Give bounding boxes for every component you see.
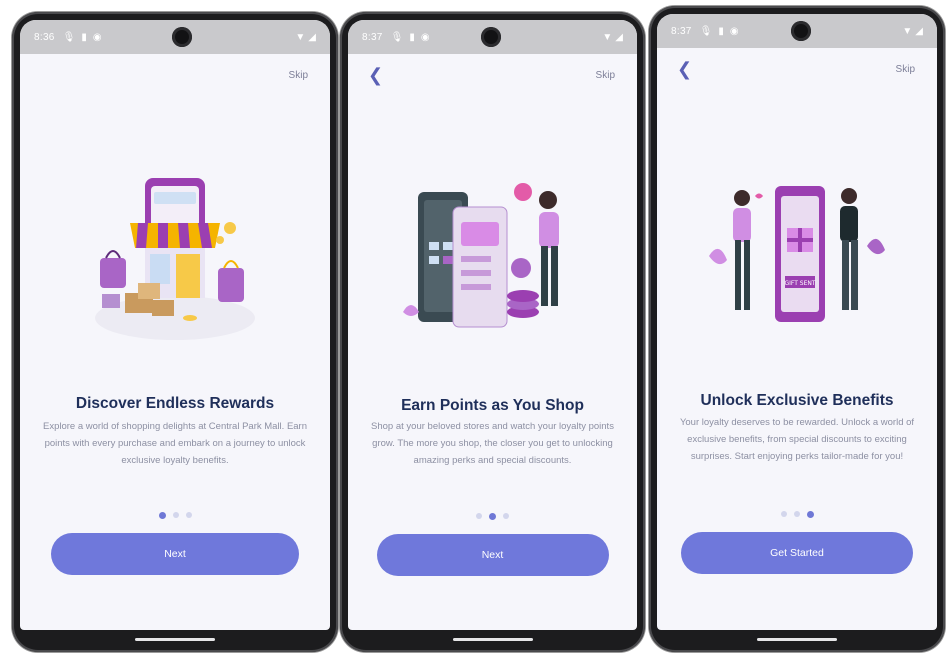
shop-storefront-illustration	[95, 178, 255, 340]
phone-coins-shopper-illustration	[402, 183, 559, 328]
phone-frame-3: 8:37 🎙 ▮ ◉ ▼ ◢ ❮ Skip GIFT SENT Unlock E…	[649, 6, 945, 652]
skip-button[interactable]: Skip	[289, 70, 308, 81]
onboarding-screen-1: 8:36 🎙 ▮ ◉ ▼ ◢ Skip Discover Endless Rew…	[20, 20, 330, 630]
front-camera	[172, 27, 192, 47]
page-dot-1[interactable]	[476, 513, 482, 519]
front-camera	[481, 27, 501, 47]
next-button[interactable]: Next	[376, 534, 609, 576]
sync-icon: ◉	[729, 25, 739, 37]
skip-button[interactable]: Skip	[596, 70, 615, 81]
navigation-bar	[20, 630, 330, 648]
wifi-icon: ▼	[295, 31, 306, 43]
onboarding-description: Shop at your beloved stores and watch yo…	[371, 421, 614, 466]
onboarding-screen-3: 8:37 🎙 ▮ ◉ ▼ ◢ ❮ Skip GIFT SENT Unlock E…	[657, 14, 937, 630]
page-indicator	[20, 511, 330, 519]
sim-icon: ▮	[81, 31, 87, 43]
phone-frame-1: 8:36 🎙 ▮ ◉ ▼ ◢ Skip Discover Endless Rew…	[12, 12, 338, 652]
page-dot-3[interactable]	[185, 512, 192, 518]
sim-icon: ▮	[409, 31, 415, 43]
get-started-button[interactable]: Get Started	[681, 532, 913, 574]
onboarding-description: Your loyalty deserves to be rewarded. Un…	[679, 417, 915, 462]
page-dot-1[interactable]	[780, 511, 787, 517]
phone-frame-2: 8:37 🎙 ▮ ◉ ▼ ◢ ❮ Skip Earn Points as You…	[340, 12, 645, 652]
wifi-icon: ▼	[902, 25, 913, 37]
status-time: 8:36	[34, 31, 55, 43]
signal-icon: ◢	[915, 25, 923, 37]
home-indicator[interactable]	[757, 637, 837, 641]
gift-sent-label: GIFT SENT	[784, 280, 815, 287]
onboarding-title: Discover Endless Rewards	[75, 395, 275, 412]
page-indicator	[348, 512, 637, 520]
navigation-bar	[348, 630, 637, 648]
wifi-icon: ▼	[602, 31, 613, 43]
sim-icon: ▮	[718, 25, 724, 37]
sync-icon: ◉	[92, 31, 102, 43]
signal-icon: ◢	[615, 31, 623, 43]
onboarding-description: Explore a world of shopping delights at …	[42, 421, 308, 466]
sync-icon: ◉	[420, 31, 430, 43]
onboarding-title: Unlock Exclusive Benefits	[700, 392, 894, 409]
page-dot-2[interactable]	[172, 512, 179, 518]
signal-icon: ◢	[308, 31, 316, 43]
back-chevron-icon[interactable]: ❮	[368, 66, 383, 84]
status-time: 8:37	[671, 25, 692, 37]
page-dot-2[interactable]	[489, 512, 496, 520]
navigation-bar	[657, 630, 937, 648]
status-time: 8:37	[362, 31, 383, 43]
page-dot-2[interactable]	[793, 511, 800, 517]
front-camera	[791, 21, 811, 41]
home-indicator[interactable]	[135, 637, 215, 641]
page-indicator	[657, 510, 937, 518]
page-dot-1[interactable]	[158, 511, 166, 519]
home-indicator[interactable]	[452, 637, 533, 641]
gift-sent-phone-illustration: GIFT SENT	[709, 186, 885, 322]
onboarding-title: Earn Points as You Shop	[401, 397, 584, 414]
back-chevron-icon[interactable]: ❮	[677, 60, 692, 78]
skip-button[interactable]: Skip	[896, 64, 915, 75]
onboarding-screen-2: 8:37 🎙 ▮ ◉ ▼ ◢ ❮ Skip Earn Points as You…	[348, 20, 637, 630]
mic-icon: 🎙	[699, 25, 713, 37]
mic-icon: 🎙	[390, 31, 404, 43]
mic-icon: 🎙	[62, 31, 76, 43]
page-dot-3[interactable]	[503, 513, 509, 519]
next-button[interactable]: Next	[51, 533, 299, 575]
page-dot-3[interactable]	[806, 510, 814, 518]
